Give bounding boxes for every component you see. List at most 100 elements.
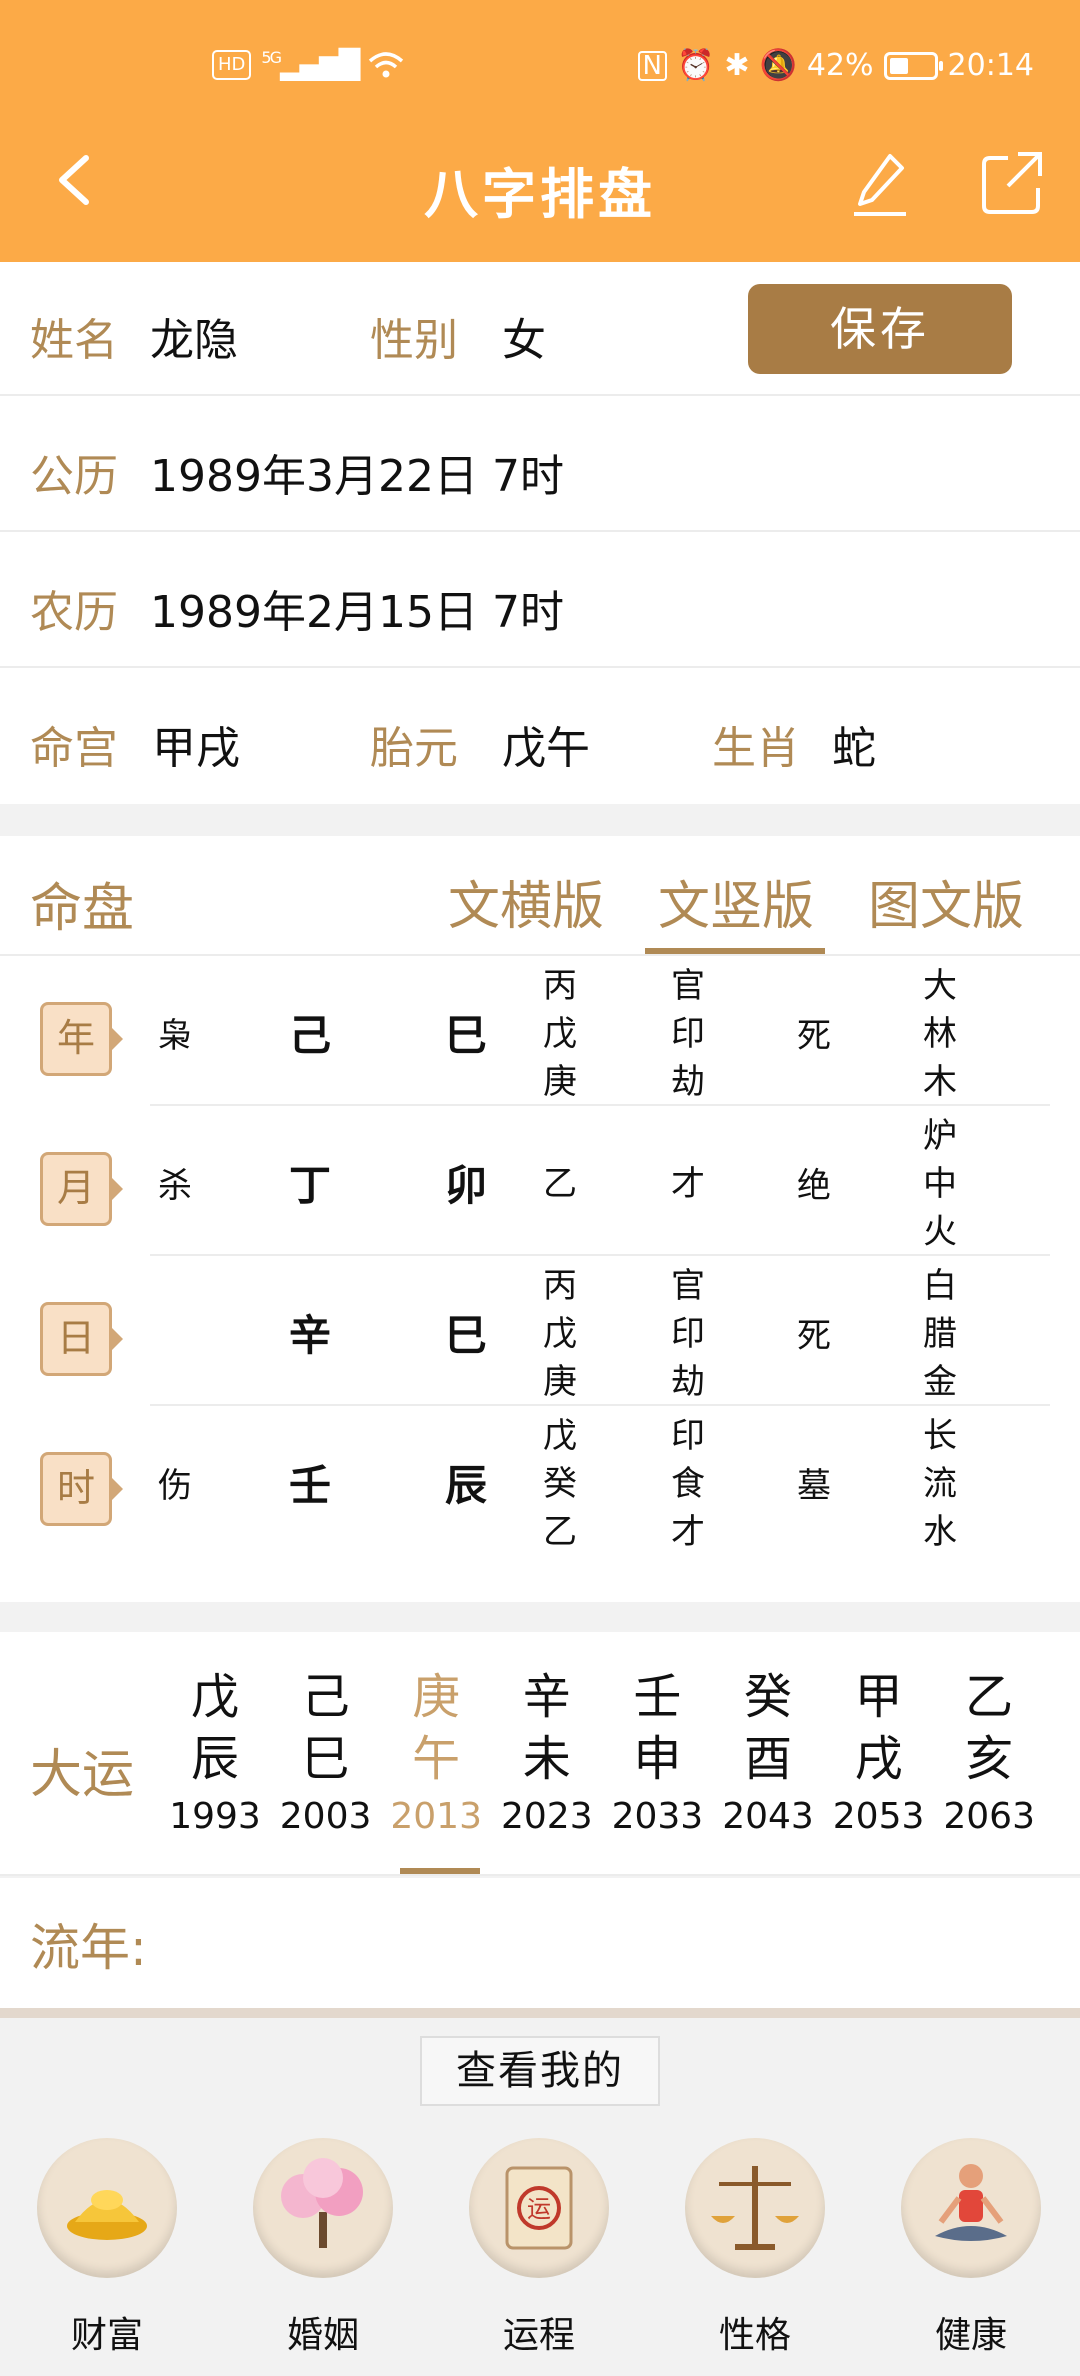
page-title: 八字排盘 [424, 163, 656, 226]
canggan-char: 庚 [543, 1062, 577, 1102]
meditation-icon [901, 2138, 1041, 2278]
nfc-icon: N [637, 50, 667, 81]
dayun-zhi: 午 [412, 1731, 461, 1787]
feature-button[interactable]: 性格 [680, 2138, 830, 2358]
dayun-zhi: 申 [633, 1731, 682, 1787]
nayin-char: 流 [923, 1464, 957, 1504]
gold-ingot-icon [37, 2138, 177, 2278]
peach-blossom-tree-icon [253, 2138, 393, 2278]
minggong-value: 甲戌 [152, 723, 240, 774]
tiangan: 辛 [288, 1311, 331, 1360]
battery-percent: 42% [806, 48, 874, 83]
fuxing-char: 食 [671, 1464, 705, 1504]
nayin-char: 水 [923, 1512, 957, 1552]
pillar-row: 时伤壬辰戊癸乙印食才墓长流水 [0, 1406, 1080, 1556]
nayin-char: 火 [923, 1212, 957, 1252]
extra-row: 命宫 甲戌 胎元 戊午 生肖 蛇 [0, 670, 1080, 804]
pillar-label-badge: 年 [40, 1002, 123, 1076]
solar-label: 公历 [30, 451, 118, 502]
name-label: 姓名 [30, 315, 118, 366]
edit-pencil-icon[interactable] [850, 150, 910, 220]
dayun-year: 2063 [943, 1796, 1035, 1837]
save-button[interactable]: 保存 [748, 284, 1012, 374]
nayin: 炉中火 [910, 1112, 970, 1256]
nayin-char: 炉 [923, 1116, 957, 1156]
fuxing: 官印劫 [658, 1262, 718, 1406]
info-panel: 姓名 龙隐 性别 女 保存 公历 1989年3月22日 7时 农历 1989年2… [0, 262, 1080, 804]
life-stage: 死 [797, 1316, 831, 1356]
taiyuan-value: 戊午 [502, 723, 590, 774]
tiangan: 丁 [288, 1161, 331, 1210]
canggan-char: 丙 [543, 966, 577, 1006]
chart-header: 命盘 文横版 文竖版 图文版 [0, 836, 1080, 956]
dayun-item[interactable]: 己巳 2003 [271, 1666, 381, 1837]
nayin-char: 腊 [923, 1314, 957, 1354]
fuxing: 官印劫 [658, 962, 718, 1106]
dayun-gan: 戊 [190, 1669, 239, 1725]
taiyuan-label: 胎元 [370, 723, 458, 774]
fuxing-char: 官 [671, 966, 705, 1006]
wifi-icon [368, 51, 404, 77]
pillar-label-badge: 日 [40, 1302, 123, 1376]
canggan: 丙戊庚 [530, 1262, 590, 1406]
share-export-icon[interactable] [980, 150, 1044, 216]
dayun-zhi: 戌 [854, 1731, 903, 1787]
pillar-label-badge: 时 [40, 1452, 123, 1526]
bottom-panel: 查看我的 财富 婚姻运运程 性格 健康 [0, 2018, 1080, 2376]
canggan-char: 戊 [543, 1014, 577, 1054]
canggan: 乙 [530, 1160, 590, 1208]
dayun-item[interactable]: 癸酉 2043 [713, 1666, 823, 1837]
zodiac-label: 生肖 [712, 723, 800, 774]
dayun-item[interactable]: 乙亥 2063 [934, 1666, 1044, 1837]
canggan-char: 丙 [543, 1266, 577, 1306]
nayin-char: 长 [923, 1416, 957, 1456]
fuxing-char: 印 [671, 1314, 705, 1354]
feature-button[interactable]: 财富 [32, 2138, 182, 2358]
dayun-year: 2023 [500, 1796, 593, 1837]
dayun-gan: 癸 [743, 1669, 792, 1725]
dayun-year: 2043 [722, 1796, 814, 1837]
liunian-title: 流年: [30, 1919, 147, 1977]
feature-label: 性格 [718, 2315, 791, 2356]
dayun-active-indicator [400, 1868, 480, 1874]
balance-scale-icon [685, 2138, 825, 2278]
canggan-char: 癸 [543, 1464, 577, 1504]
signal-icon: 5G▂▄▆█ [261, 48, 360, 81]
hd-indicator: HD [212, 49, 252, 80]
nayin-char: 木 [923, 1062, 957, 1102]
canggan-char: 庚 [543, 1362, 577, 1402]
mute-icon: 🔕 [759, 48, 797, 83]
dayun-item[interactable]: 壬申 2033 [602, 1666, 712, 1837]
nayin: 白腊金 [910, 1262, 970, 1406]
dayun-item[interactable]: 戊辰 1993 [160, 1666, 270, 1837]
active-tab-indicator [645, 948, 825, 954]
svg-text:运: 运 [527, 2195, 551, 2223]
feature-label: 运程 [502, 2315, 575, 2356]
nayin: 长流水 [910, 1412, 970, 1556]
tab-vertical[interactable]: 文竖版 [658, 864, 814, 939]
dayun-item[interactable]: 庚午 2013 [381, 1666, 491, 1837]
feature-label: 健康 [934, 2315, 1007, 2356]
dayun-gan: 甲 [854, 1669, 903, 1725]
canggan: 戊癸乙 [530, 1412, 590, 1556]
gender-value: 女 [502, 315, 546, 366]
dayun-title: 大运 [30, 1745, 135, 1805]
fuxing: 印食才 [658, 1412, 718, 1556]
dayun-item[interactable]: 辛未 2023 [492, 1666, 602, 1837]
dayun-zhi: 辰 [190, 1731, 239, 1787]
canggan-char: 乙 [543, 1164, 577, 1204]
fuxing-char: 劫 [671, 1062, 705, 1102]
feature-button[interactable]: 健康 [896, 2138, 1046, 2358]
dayun-year: 1993 [169, 1796, 261, 1837]
dayun-year: 2053 [832, 1796, 925, 1837]
shishen: 伤 [158, 1466, 192, 1506]
clock: 20:14 [947, 48, 1034, 83]
dayun-item[interactable]: 甲戌 2053 [824, 1666, 934, 1837]
feature-button[interactable]: 婚姻 [248, 2138, 398, 2358]
dayun-gan: 壬 [633, 1669, 682, 1725]
tiangan: 壬 [288, 1461, 331, 1510]
tab-horizontal[interactable]: 文横版 [448, 864, 604, 939]
gender-label: 性别 [370, 315, 458, 366]
feature-button[interactable]: 运运程 [464, 2138, 614, 2358]
tab-illustrated[interactable]: 图文版 [868, 864, 1024, 939]
